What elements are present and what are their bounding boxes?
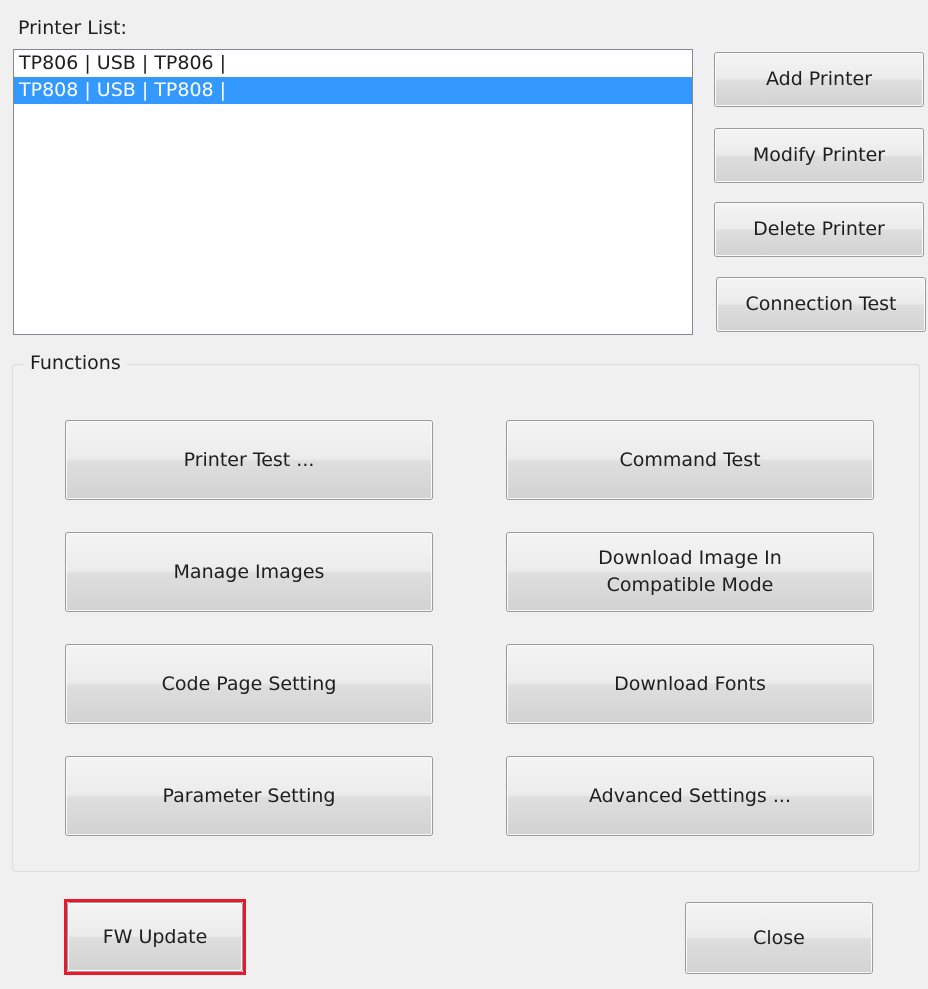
printer-list-label: Printer List:	[18, 17, 127, 39]
functions-group-title: Functions	[24, 350, 127, 376]
manage-images-button[interactable]: Manage Images	[65, 532, 433, 612]
add-printer-button[interactable]: Add Printer	[714, 52, 924, 107]
fw-update-highlight	[64, 899, 246, 975]
code-page-setting-button[interactable]: Code Page Setting	[65, 644, 433, 724]
printer-listbox[interactable]: TP806 | USB | TP806 | TP808 | USB | TP80…	[13, 49, 693, 335]
download-image-label-line2: Compatible Mode	[606, 574, 774, 596]
printer-list-item[interactable]: TP806 | USB | TP806 |	[14, 50, 692, 77]
command-test-button[interactable]: Command Test	[506, 420, 874, 500]
printer-tool-window: Printer List: TP806 | USB | TP806 | TP80…	[0, 0, 928, 989]
printer-list-item-selected[interactable]: TP808 | USB | TP808 |	[14, 77, 692, 104]
download-fonts-button[interactable]: Download Fonts	[506, 644, 874, 724]
advanced-settings-button[interactable]: Advanced Settings ...	[506, 756, 874, 836]
connection-test-button[interactable]: Connection Test	[716, 277, 926, 332]
close-button[interactable]: Close	[685, 902, 873, 974]
download-image-label-line1: Download Image In	[598, 547, 782, 569]
parameter-setting-button[interactable]: Parameter Setting	[65, 756, 433, 836]
modify-printer-button[interactable]: Modify Printer	[714, 128, 924, 183]
delete-printer-button[interactable]: Delete Printer	[714, 202, 924, 257]
download-image-compatible-mode-button[interactable]: Download Image In Compatible Mode	[506, 532, 874, 612]
printer-test-button[interactable]: Printer Test ...	[65, 420, 433, 500]
